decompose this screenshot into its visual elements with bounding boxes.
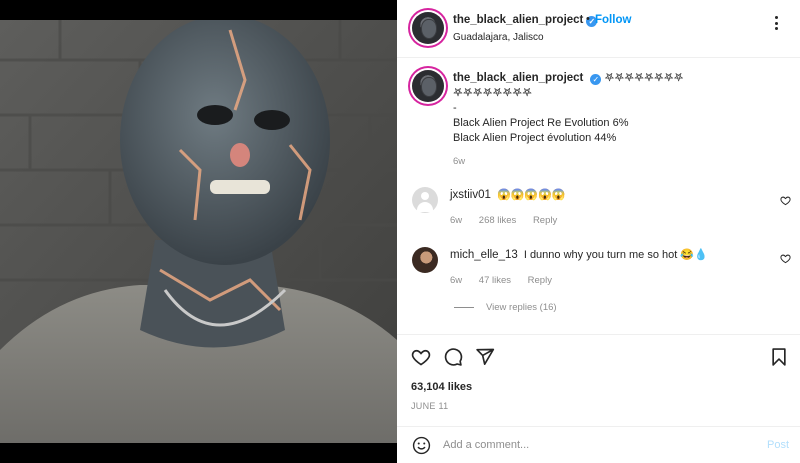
caption-line-1: Black Alien Project Re Evolution 6% xyxy=(453,117,629,129)
emoji-icon[interactable] xyxy=(412,436,431,455)
comment-icon[interactable] xyxy=(443,347,463,367)
comment-text: mich_elle_13 I dunno why you turn me so … xyxy=(450,248,708,261)
action-bar xyxy=(397,334,800,378)
caption-avatar[interactable] xyxy=(412,70,444,102)
verified-icon: ✓ xyxy=(590,74,602,85)
separator-dot: • xyxy=(586,13,590,25)
likes-count[interactable]: 63,104 likes xyxy=(411,381,472,393)
reply-button[interactable]: Reply xyxy=(533,215,557,226)
post-photo[interactable] xyxy=(0,20,397,443)
post-media[interactable] xyxy=(0,0,397,463)
commenter-avatar[interactable] xyxy=(412,187,438,213)
author-username-text[interactable]: the_black_alien_project xyxy=(453,14,583,26)
post-photo-art xyxy=(0,20,397,443)
comment-username[interactable]: jxstiiv01 xyxy=(450,189,491,201)
comment-body: 😱😱😱😱😱 xyxy=(496,189,566,201)
comment-likes[interactable]: 47 likes xyxy=(479,275,511,286)
comment-meta: 6w 47 likes Reply xyxy=(450,275,566,286)
comment-time[interactable]: 6w xyxy=(450,215,462,226)
more-icon[interactable] xyxy=(768,16,784,32)
comments-list[interactable]: the_black_alien_project ✓ 𖤐𖤐𖤐𖤐𖤐𖤐𖤐𖤐 𖤐𖤐𖤐𖤐𖤐𖤐… xyxy=(397,58,800,334)
post-header: the_black_alien_project ✓ • Follow Guadal… xyxy=(397,0,800,58)
share-icon[interactable] xyxy=(475,347,495,367)
author-username[interactable]: the_black_alien_project ✓ xyxy=(453,14,598,27)
commenter-avatar[interactable] xyxy=(412,247,438,273)
heart-icon[interactable] xyxy=(780,253,791,264)
reply-button[interactable]: Reply xyxy=(528,275,552,286)
comment-username[interactable]: mich_elle_13 xyxy=(450,249,518,261)
caption-dash: - xyxy=(453,102,457,114)
follow-button[interactable]: Follow xyxy=(595,14,631,26)
view-replies-button[interactable]: View replies (16) xyxy=(454,302,557,313)
heart-icon[interactable] xyxy=(780,195,791,206)
comment-text: jxstiiv01 😱😱😱😱😱 xyxy=(450,188,565,201)
caption-time[interactable]: 6w xyxy=(453,156,465,167)
caption-symbols-2: 𖤐𖤐𖤐𖤐𖤐𖤐𖤐𖤐 xyxy=(453,87,533,99)
post-panel: the_black_alien_project ✓ • Follow Guadal… xyxy=(397,0,800,463)
bookmark-icon[interactable] xyxy=(769,347,789,367)
caption-symbols: 𖤐𖤐𖤐𖤐𖤐𖤐𖤐𖤐 xyxy=(604,72,684,84)
comment-meta: 6w 268 likes Reply xyxy=(450,215,571,226)
comment-likes[interactable]: 268 likes xyxy=(479,215,517,226)
comment-input[interactable] xyxy=(443,435,743,455)
post-location[interactable]: Guadalajara, Jalisco xyxy=(453,32,544,43)
author-avatar[interactable] xyxy=(412,12,444,44)
heart-icon[interactable] xyxy=(411,347,431,367)
caption-username[interactable]: the_black_alien_project xyxy=(453,72,583,84)
caption-line-2: Black Alien Project évolution 44% xyxy=(453,132,617,144)
comment-time[interactable]: 6w xyxy=(450,275,462,286)
caption: the_black_alien_project ✓ 𖤐𖤐𖤐𖤐𖤐𖤐𖤐𖤐 𖤐𖤐𖤐𖤐𖤐𖤐… xyxy=(453,71,783,146)
comment-composer: Post xyxy=(397,426,800,463)
comment-body: I dunno why you turn me so hot 😂💧 xyxy=(523,249,708,261)
post-date: JUNE 11 xyxy=(411,401,449,411)
post-button[interactable]: Post xyxy=(767,439,789,451)
